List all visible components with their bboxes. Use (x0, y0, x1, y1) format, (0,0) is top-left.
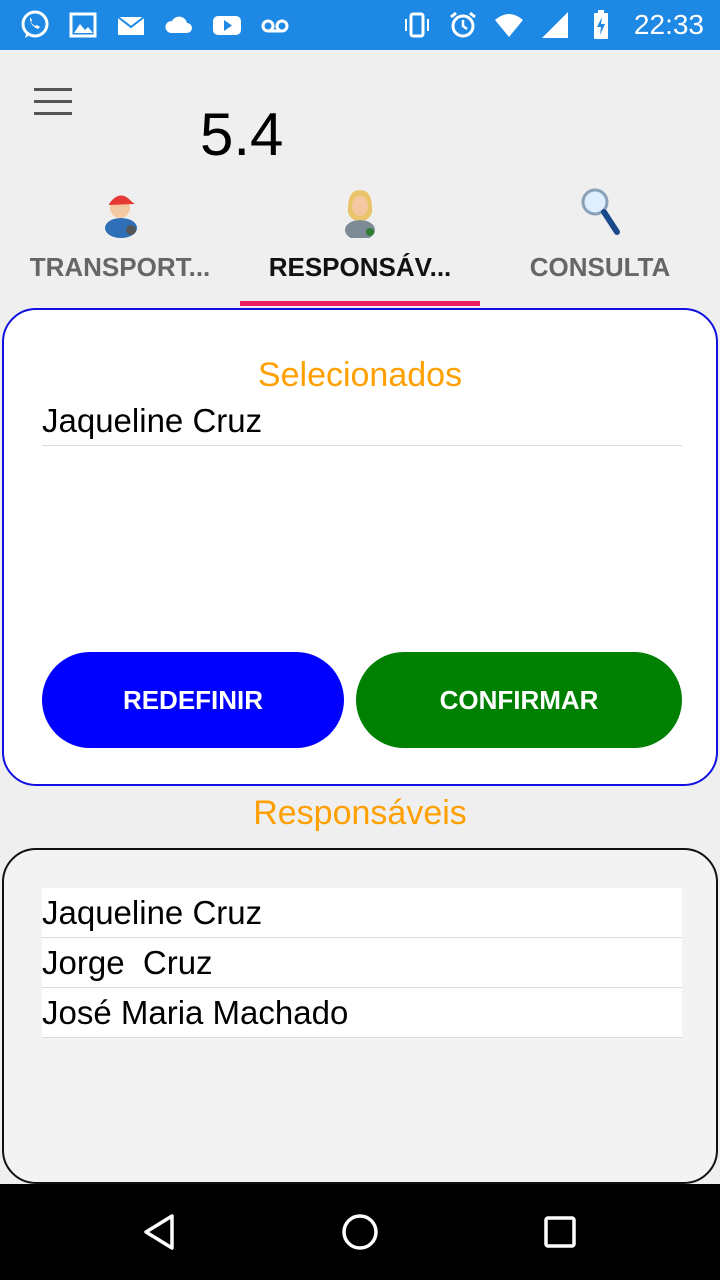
responsaveis-title: Responsáveis (253, 794, 467, 832)
tab-consulta[interactable]: CONSULTA (480, 176, 720, 306)
youtube-icon (210, 8, 244, 42)
email-icon (114, 8, 148, 42)
voicemail-icon (258, 8, 292, 42)
list-item[interactable]: Jaqueline Cruz (42, 888, 682, 938)
back-icon[interactable] (138, 1210, 182, 1254)
tab-label: RESPONSÁV... (268, 252, 452, 282)
signal-icon (538, 8, 572, 42)
status-bar: 22:33 (0, 0, 720, 50)
active-tab-indicator (240, 301, 480, 306)
responsaveis-list: Jaqueline Cruz Jorge Cruz José Maria Mac… (42, 888, 682, 1038)
selected-list-item[interactable]: Jaqueline Cruz (42, 402, 682, 446)
home-icon[interactable] (338, 1210, 382, 1254)
vibrate-icon (400, 8, 434, 42)
cloud-icon (162, 8, 196, 42)
tab-transportadores[interactable]: TRANSPORT... (0, 176, 240, 306)
version-label: 5.4 (200, 101, 284, 168)
tab-label: CONSULTA (529, 252, 671, 282)
battery-charging-icon (584, 8, 618, 42)
confirmar-button[interactable]: CONFIRMAR (356, 652, 682, 748)
alarm-icon (446, 8, 480, 42)
responsaveis-panel: Jaqueline Cruz Jorge Cruz José Maria Mac… (2, 848, 718, 1184)
tab-label: TRANSPORT... (29, 252, 211, 282)
driver-icon (95, 182, 145, 238)
whatsapp-icon (18, 8, 52, 42)
list-item[interactable]: José Maria Machado (42, 988, 682, 1038)
hamburger-menu-icon[interactable] (34, 88, 78, 124)
selected-panel: Selecionados Jaqueline Cruz REDEFINIR CO… (2, 308, 718, 786)
selected-title: Selecionados (257, 356, 463, 394)
gallery-icon (66, 8, 100, 42)
person-icon (335, 182, 385, 240)
status-clock: 22:33 (633, 9, 704, 40)
wifi-icon (492, 8, 526, 42)
tab-bar: TRANSPORT... RESPONSÁV... CONSULTA (0, 176, 720, 306)
list-item[interactable]: Jorge Cruz (42, 938, 682, 988)
tab-responsaveis[interactable]: RESPONSÁV... (240, 176, 480, 306)
navigation-bar (0, 1184, 720, 1280)
redefinir-button[interactable]: REDEFINIR (42, 652, 344, 748)
magnifier-icon (575, 182, 625, 238)
recent-apps-icon[interactable] (538, 1210, 582, 1254)
